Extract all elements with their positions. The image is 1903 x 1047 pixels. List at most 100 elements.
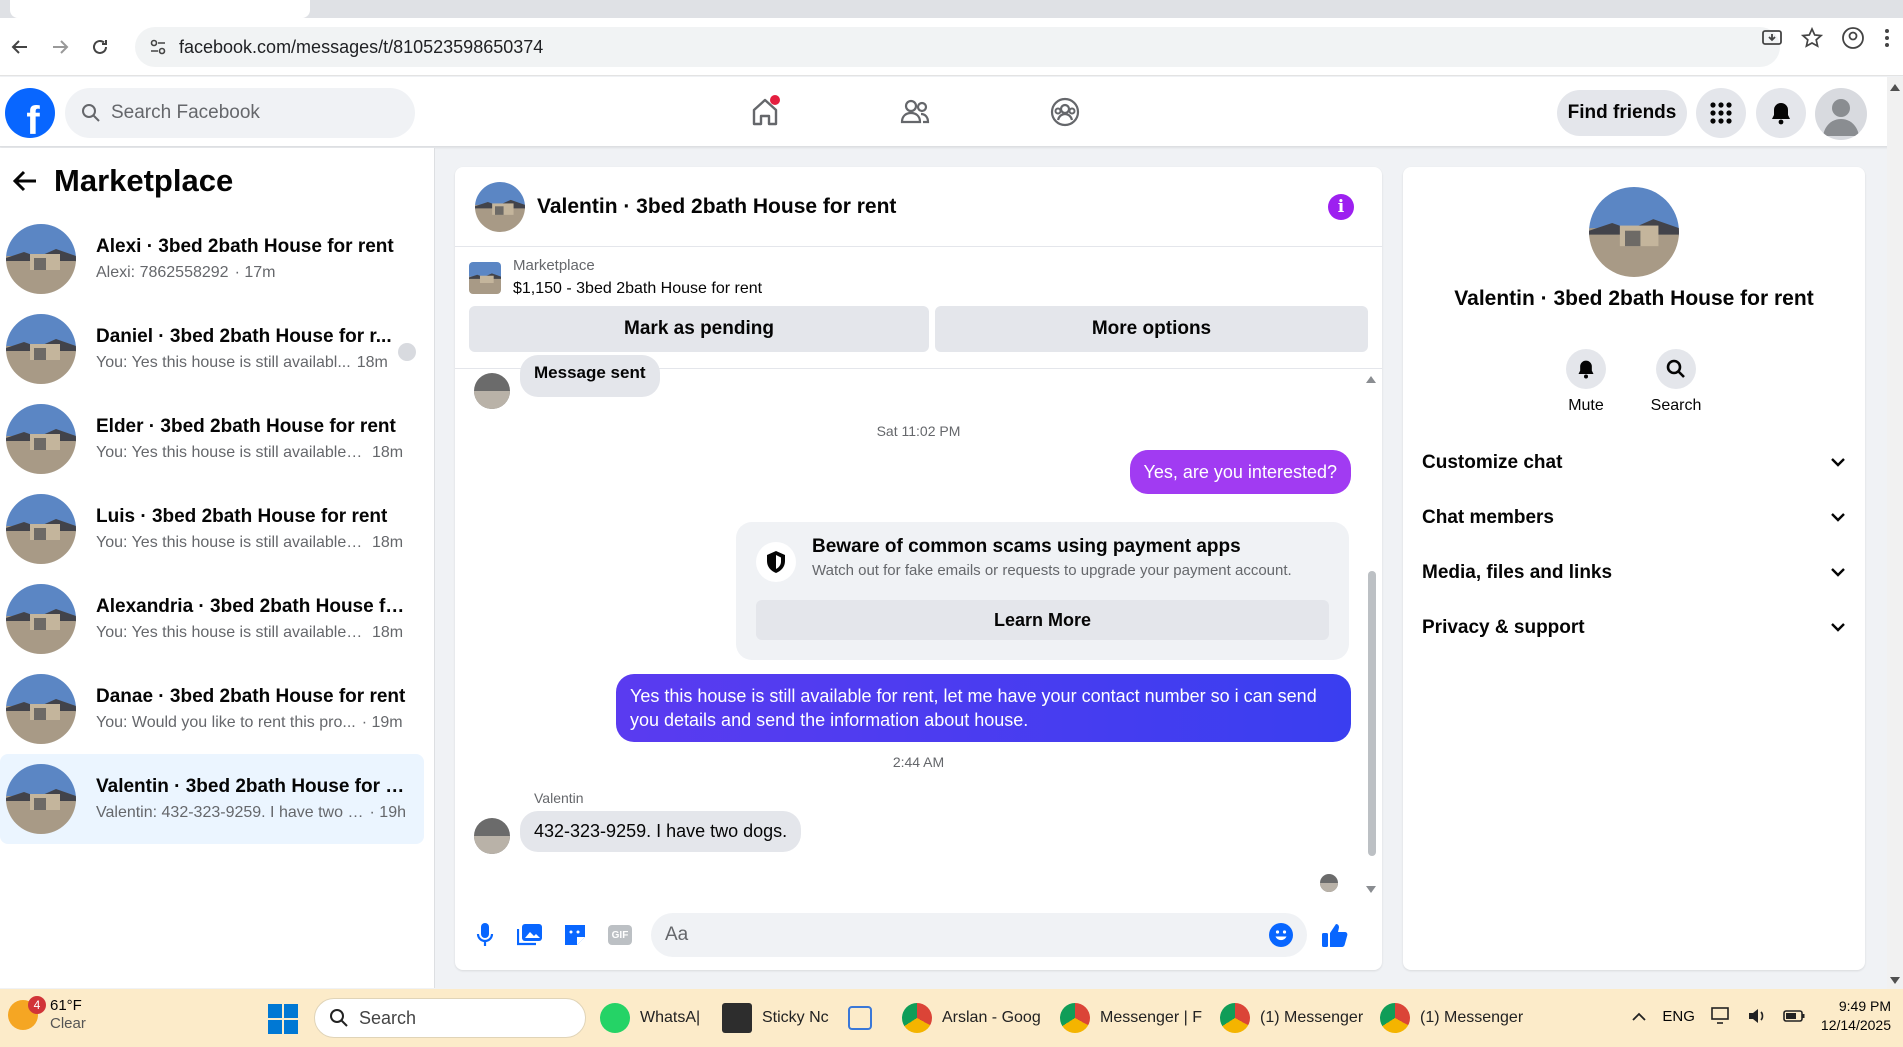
language-indicator[interactable]: ENG xyxy=(1662,1008,1695,1025)
battery-icon[interactable] xyxy=(1783,1010,1805,1022)
message-input[interactable]: Aa xyxy=(651,913,1307,957)
conversation-time: 18m xyxy=(372,534,404,551)
notification-dot xyxy=(770,95,780,105)
details-name: Valentin · 3bed 2bath House for rent xyxy=(1454,287,1814,310)
whatsapp-icon xyxy=(600,1003,630,1033)
browser-profile-icon[interactable] xyxy=(1841,26,1865,50)
taskbar-app-sticky-notes[interactable]: Sticky Nc xyxy=(722,998,829,1038)
network-icon[interactable] xyxy=(1711,1007,1731,1025)
taskbar-app-messenger-3[interactable]: (1) Messenger xyxy=(1380,998,1523,1038)
search-icon xyxy=(330,1009,348,1027)
outgoing-message[interactable]: Yes, are you interested? xyxy=(1129,450,1351,494)
learn-more-button[interactable]: Learn More xyxy=(756,600,1329,640)
taskbar-app-label: (1) Messenger xyxy=(1420,1009,1524,1026)
mute-button[interactable]: Mute xyxy=(1563,349,1609,415)
house-thumbnail xyxy=(6,224,76,294)
conversation-preview: Alexi: 7862558292 xyxy=(96,264,229,281)
taskbar-app-chrome-arslan[interactable]: Arslan - Goog xyxy=(902,998,1041,1038)
taskbar-app-messenger-1[interactable]: Messenger | F xyxy=(1060,998,1202,1038)
photo-icon[interactable] xyxy=(516,921,544,949)
scroll-thumb[interactable] xyxy=(1368,571,1376,856)
emoji-icon[interactable] xyxy=(1269,923,1293,947)
conversation-item-valentin[interactable]: Valentin · 3bed 2bath House for rent Val… xyxy=(0,754,424,844)
install-app-icon[interactable] xyxy=(1761,27,1783,49)
thread-scrollbar[interactable] xyxy=(1366,376,1376,893)
section-customize-chat[interactable]: Customize chat xyxy=(1403,435,1865,490)
conversation-preview: You: Yes this house is still available f… xyxy=(96,624,366,641)
incoming-message[interactable]: 432-323-9259. I have two dogs. xyxy=(520,811,802,852)
search-icon xyxy=(82,104,100,122)
conversation-item-elder[interactable]: Elder · 3bed 2bath House for rent You: Y… xyxy=(0,394,424,484)
taskbar-search[interactable]: Search xyxy=(314,998,586,1038)
chat-avatar[interactable] xyxy=(475,181,525,232)
chevron-up-icon[interactable] xyxy=(1632,1012,1647,1021)
conversation-item-daniel[interactable]: Daniel · 3bed 2bath House for r... You: … xyxy=(0,304,424,394)
browser-tab[interactable] xyxy=(10,0,310,18)
friends-icon[interactable] xyxy=(890,87,940,137)
find-friends-button[interactable]: Find friends xyxy=(1557,90,1687,136)
conversation-name: Elder · 3bed 2bath House for rent xyxy=(96,416,396,437)
facebook-search[interactable]: Search Facebook xyxy=(65,88,415,138)
conversation-preview: You: Yes this house is still available f… xyxy=(96,534,366,551)
house-thumbnail xyxy=(6,584,76,654)
page-scrollbar[interactable] xyxy=(1887,77,1903,989)
facebook-logo[interactable]: f xyxy=(5,88,55,138)
weather-widget[interactable]: 4 61°F Clear xyxy=(8,996,86,1033)
back-icon[interactable] xyxy=(0,27,40,67)
sidebar-header: Marketplace xyxy=(0,148,434,214)
search-label: Search xyxy=(1650,397,1702,414)
sticker-icon[interactable] xyxy=(561,921,589,949)
conversation-name: Valentin · 3bed 2bath House for rent xyxy=(96,776,406,797)
section-label: Media, files and links xyxy=(1422,561,1613,583)
seen-avatar-icon xyxy=(1320,874,1338,892)
conversation-item-danae[interactable]: Danae · 3bed 2bath House for rent You: W… xyxy=(0,664,424,754)
conversation-item-alexandria[interactable]: Alexandria · 3bed 2bath House for... You… xyxy=(0,574,424,664)
sender-avatar xyxy=(474,818,510,854)
section-media-files-links[interactable]: Media, files and links xyxy=(1403,545,1865,600)
taskbar-search-label: Search xyxy=(359,1007,417,1028)
taskbar-app-messenger-2[interactable]: (1) Messenger xyxy=(1220,998,1363,1038)
forward-icon[interactable] xyxy=(40,27,80,67)
info-icon[interactable]: i xyxy=(1328,194,1354,220)
listing-thumbnail[interactable] xyxy=(469,261,501,294)
taskbar-app-label: (1) Messenger xyxy=(1260,1009,1364,1026)
home-icon[interactable] xyxy=(740,87,790,137)
url-text[interactable]: facebook.com/messages/t/810523598650374 xyxy=(179,37,543,58)
conversation-item-alexi[interactable]: Alexi · 3bed 2bath House for rent Alexi:… xyxy=(0,214,424,304)
profile-avatar[interactable] xyxy=(1815,88,1867,140)
mark-as-pending-button[interactable]: Mark as pending xyxy=(469,306,929,352)
microphone-icon[interactable] xyxy=(471,921,499,949)
details-avatar[interactable] xyxy=(1589,187,1679,277)
taskbar-app-snipping[interactable] xyxy=(848,998,882,1038)
message-composer: GIF Aa xyxy=(455,907,1382,963)
windows-start-icon[interactable] xyxy=(268,1004,298,1034)
site-settings-icon[interactable] xyxy=(149,38,167,56)
back-arrow-icon[interactable] xyxy=(12,169,38,193)
outgoing-message[interactable]: Yes this house is still available for re… xyxy=(616,674,1351,742)
menu-grid-icon[interactable] xyxy=(1696,88,1746,138)
more-options-button[interactable]: More options xyxy=(935,306,1368,352)
browser-toolbar: facebook.com/messages/t/810523598650374 xyxy=(0,18,1903,76)
system-clock[interactable]: 9:49 PM 12/14/2025 xyxy=(1821,997,1891,1035)
listing-title[interactable]: $1,150 - 3bed 2bath House for rent xyxy=(513,280,762,298)
conversation-preview: You: Yes this house is still available f… xyxy=(96,444,366,461)
windows-taskbar: 4 61°F Clear Search WhatsA| Sticky Nc Ar… xyxy=(0,989,1903,1047)
conversation-item-luis[interactable]: Luis · 3bed 2bath House for rent You: Ye… xyxy=(0,484,424,574)
address-bar[interactable]: facebook.com/messages/t/810523598650374 xyxy=(135,27,1780,67)
taskbar-app-whatsapp[interactable]: WhatsA| xyxy=(600,998,700,1038)
reload-icon[interactable] xyxy=(80,27,120,67)
chrome-icon xyxy=(1220,1003,1250,1033)
groups-icon[interactable] xyxy=(1040,87,1090,137)
thumbs-up-icon[interactable] xyxy=(1321,921,1349,949)
chat-title[interactable]: Valentin · 3bed 2bath House for rent xyxy=(537,195,896,219)
bookmark-star-icon[interactable] xyxy=(1801,27,1823,49)
browser-menu-icon[interactable] xyxy=(1883,27,1891,49)
section-privacy-support[interactable]: Privacy & support xyxy=(1403,600,1865,655)
search-in-conversation-button[interactable]: Search xyxy=(1651,349,1701,415)
sidebar-title: Marketplace xyxy=(54,163,234,198)
gif-icon[interactable]: GIF xyxy=(606,921,634,949)
volume-icon[interactable] xyxy=(1747,1007,1767,1025)
section-chat-members[interactable]: Chat members xyxy=(1403,490,1865,545)
conversation-time: · 19h xyxy=(369,804,406,821)
notifications-bell-icon[interactable] xyxy=(1756,88,1806,138)
